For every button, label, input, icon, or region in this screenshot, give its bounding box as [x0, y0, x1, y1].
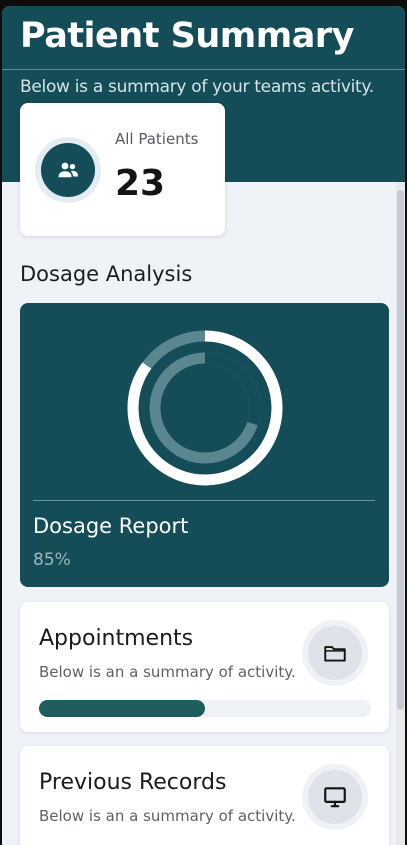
patients-label: All Patients: [115, 130, 199, 148]
header-divider: [2, 69, 405, 70]
patients-count: 23: [115, 163, 166, 204]
dosage-donut-chart: [127, 330, 283, 486]
dosage-report-title: Dosage Report: [33, 514, 189, 538]
folder-icon[interactable]: [308, 626, 362, 680]
appointments-subtitle: Below is an a summary of activity.: [39, 663, 296, 681]
page-title: Patient Summary: [20, 16, 354, 56]
appointments-card[interactable]: Appointments Below is an a summary of ac…: [20, 602, 389, 732]
previous-records-subtitle: Below is an a summary of activity.: [39, 807, 296, 825]
appointments-title: Appointments: [39, 626, 194, 651]
previous-records-title: Previous Records: [39, 770, 227, 795]
dosage-report-value: 85%: [33, 550, 71, 570]
dosage-analysis-heading: Dosage Analysis: [20, 262, 193, 286]
scrollbar-thumb[interactable]: [397, 190, 404, 710]
dosage-card[interactable]: Dosage Report 85%: [20, 303, 389, 587]
appointments-progress-bar: [39, 700, 371, 717]
users-icon: [41, 143, 95, 197]
dosage-divider: [33, 500, 375, 501]
monitor-icon[interactable]: [308, 770, 362, 824]
scrollbar[interactable]: [396, 182, 405, 845]
users-icon-ring: [35, 137, 101, 203]
folder-icon-ring: [302, 620, 368, 686]
page-subtitle: Below is a summary of your teams activit…: [20, 77, 374, 97]
app-frame: Patient Summary Below is a summary of yo…: [2, 6, 405, 845]
monitor-icon-ring: [302, 764, 368, 830]
previous-records-card[interactable]: Previous Records Below is an a summary o…: [20, 746, 389, 845]
appointments-progress-fill: [39, 700, 205, 717]
all-patients-card[interactable]: All Patients 23: [20, 103, 225, 236]
